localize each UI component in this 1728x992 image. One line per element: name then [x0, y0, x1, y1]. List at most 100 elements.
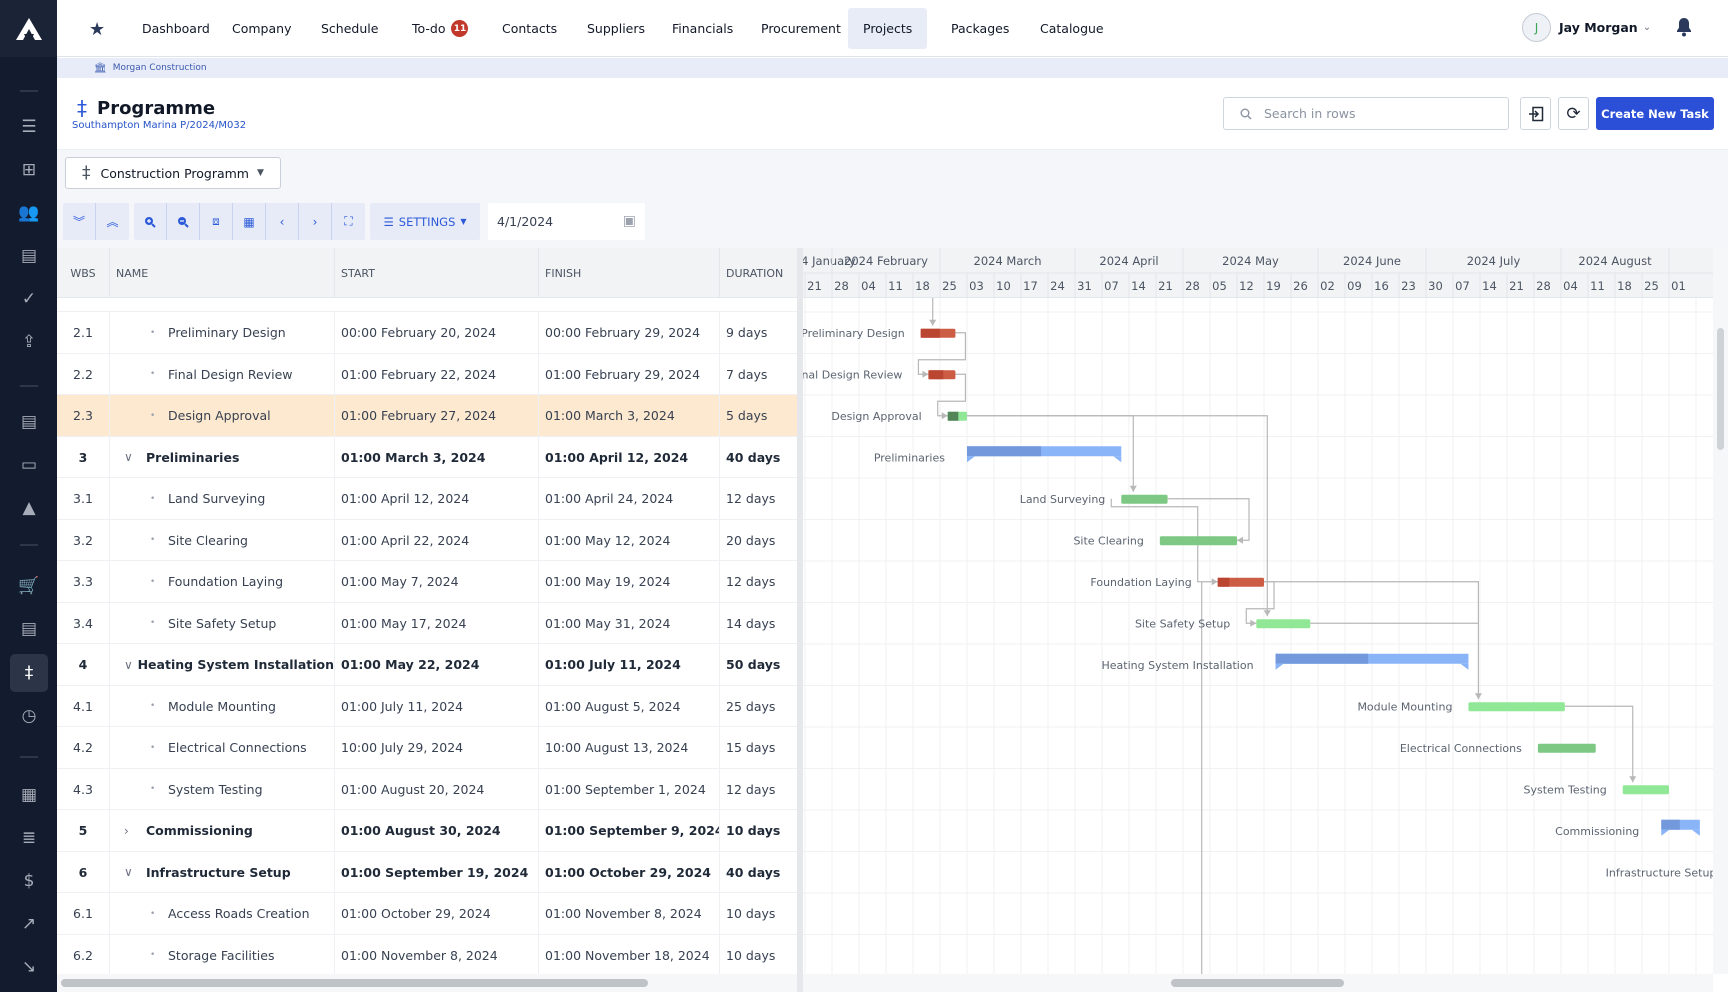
invoice-icon[interactable]: ▤ [10, 610, 48, 648]
table-row[interactable]: 6.2 • Storage Facilities 01:00 November 8, … [57, 934, 797, 974]
table-row[interactable]: 6 ∨ Infrastructure Setup 01:00 September 19… [57, 851, 797, 893]
wbs-cell-text: 4 [78, 657, 88, 673]
settings-button[interactable]: ☰ SETTINGS ▼ [370, 203, 480, 240]
collapse-toggle-icon[interactable]: ∨ [124, 658, 138, 672]
check-icon[interactable]: ✓ [10, 280, 48, 318]
app-logo[interactable] [0, 0, 57, 57]
chat-icon[interactable]: ▭ [10, 446, 48, 484]
date-input[interactable]: 4/1/2024 ▣ [488, 203, 645, 240]
create-new-task-button[interactable]: Create New Task [1596, 97, 1714, 130]
zoom-out-button[interactable] [167, 203, 200, 240]
table-row[interactable]: 4 ∨ Heating System Installation 01:00 May 2… [57, 644, 797, 686]
nav-contacts[interactable]: Contacts [487, 8, 572, 49]
timeline-header: 2024 January2024 February2024 March2024 … [803, 248, 1713, 298]
gantt-vertical-scrollbar[interactable] [1713, 248, 1728, 974]
list-icon[interactable]: ☰ [10, 108, 48, 146]
next-button[interactable]: › [299, 203, 332, 240]
dashboard-icon[interactable]: ▦ [10, 776, 48, 814]
gantt-horizontal-scrollbar[interactable] [803, 974, 1713, 992]
bullet-icon: • [150, 369, 156, 380]
nav-packages[interactable]: Packages [936, 8, 1024, 49]
column-header-finish[interactable]: FINISH [539, 248, 720, 298]
week-label: 24 [1050, 279, 1065, 293]
table-row[interactable]: 3.4 • Site Safety Setup 01:00 May 17, 2024 0… [57, 602, 797, 644]
gantt-task-label: Preliminaries [874, 451, 945, 464]
grid-horizontal-scrollbar[interactable] [57, 974, 797, 992]
table-row[interactable]: 5 › Commissioning 01:00 August 30, 2024 01:0… [57, 810, 797, 852]
top-navigation: ★ Dashboard Company Schedule To-do 11 Contact… [57, 0, 1728, 57]
table-row[interactable]: 2.1 • Preliminary Design 00:00 February 20,… [57, 312, 797, 354]
name-cell: • Site Safety Setup [110, 602, 335, 644]
gantt-vscroll-thumb[interactable] [1717, 328, 1724, 450]
column-header-duration[interactable]: DURATION [720, 248, 797, 298]
table-row[interactable]: 2.3 • Design Approval 01:00 February 27, 20… [57, 395, 797, 437]
refresh-button[interactable]: ⟳ [1558, 97, 1589, 130]
file-icon[interactable]: ▤ [10, 403, 48, 441]
trend-down-icon[interactable]: ↘ [10, 948, 48, 986]
column-header-name[interactable]: NAME [110, 248, 335, 298]
table-row[interactable]: 3.2 • Site Clearing 01:00 April 22, 2024 01:… [57, 519, 797, 561]
gantt-task-label: Foundation Laying [1090, 576, 1191, 589]
collapse-all-button[interactable]: ︽ [96, 203, 129, 240]
table-row[interactable]: 2.2 • Final Design Review 01:00 February 22… [57, 353, 797, 395]
nav-catalogue[interactable]: Catalogue [1025, 8, 1119, 49]
programme-icon[interactable]: ‡ [10, 654, 48, 692]
week-label: 17 [1023, 279, 1038, 293]
table-row[interactable]: 6.1 • Access Roads Creation 01:00 October 2… [57, 893, 797, 935]
nav-company[interactable]: Company [217, 8, 306, 49]
name-cell: • Design Approval [110, 395, 335, 437]
table-row[interactable]: 4.2 • Electrical Connections 10:00 July 29,… [57, 727, 797, 769]
table-row[interactable]: 4.3 • System Testing 01:00 August 20, 2024 0… [57, 768, 797, 811]
nav-dashboard[interactable]: Dashboard [127, 8, 225, 49]
document-icon[interactable]: ▤ [10, 237, 48, 275]
hierarchy-icon[interactable]: ⊞ [10, 151, 48, 189]
programme-icon: ‡ [77, 96, 87, 120]
nav-projects[interactable]: Projects [848, 8, 928, 49]
programme-select[interactable]: ‡ Construction Programm ▼ [65, 157, 281, 189]
zoom-in-button[interactable] [134, 203, 167, 240]
gantt-scroll-thumb[interactable] [1171, 979, 1344, 987]
table-row[interactable]: 3.3 • Foundation Laying 01:00 May 7, 2024 01… [57, 561, 797, 603]
favorites-star-icon[interactable]: ★ [89, 19, 105, 40]
column-header-wbs[interactable]: WBS [57, 248, 110, 298]
expand-all-button[interactable]: ︾ [63, 203, 96, 240]
file-upload-icon[interactable]: ⇪ [10, 323, 48, 361]
table-icon[interactable]: ≣ [10, 819, 48, 857]
clock-icon[interactable]: ◷ [10, 697, 48, 735]
breadcrumb-company[interactable]: Morgan Construction [113, 63, 207, 73]
expand-toggle-icon[interactable]: › [124, 824, 146, 838]
user-menu[interactable]: J Jay Morgan ⌄ [1522, 13, 1651, 42]
nav-suppliers[interactable]: Suppliers [572, 8, 660, 49]
collapse-toggle-icon[interactable]: ∨ [124, 865, 146, 879]
project-subtitle[interactable]: Southampton Marina P/2024/M032 [72, 120, 246, 131]
warning-icon[interactable]: ▲ [10, 489, 48, 527]
cart-icon[interactable]: 🛒 [10, 567, 48, 605]
today-button[interactable]: ▦ [233, 203, 266, 240]
calendar-icon[interactable]: ▣ [623, 213, 636, 229]
notification-bell-icon[interactable] [1675, 17, 1693, 41]
table-row[interactable]: 3 ∨ Preliminaries 01:00 March 3, 2024 01:00 … [57, 436, 797, 478]
column-header-start[interactable]: START [335, 248, 539, 298]
people-icon[interactable]: 👥 [10, 194, 48, 232]
nav-procurement[interactable]: Procurement [746, 8, 856, 49]
collapse-toggle-icon[interactable]: ∨ [124, 450, 146, 464]
fit-to-screen-button[interactable]: ⧈ [200, 203, 233, 240]
link-arrow [1263, 610, 1271, 617]
table-row[interactable]: 3.1 • Land Surveying 01:00 April 12, 2024 01… [57, 478, 797, 520]
search-input[interactable]: Search in rows [1223, 97, 1509, 130]
dollar-icon[interactable]: $ [10, 862, 48, 900]
trend-up-icon[interactable]: ↗ [10, 905, 48, 943]
nav-to-do[interactable]: To-do 11 [397, 8, 483, 49]
name-cell: • Final Design Review [110, 353, 335, 395]
gantt-task-label: Module Mounting [1357, 700, 1452, 713]
table-row[interactable]: 4.1 • Module Mounting 01:00 July 11, 2024 01… [57, 685, 797, 727]
nav-financials[interactable]: Financials [657, 8, 748, 49]
export-button[interactable] [1520, 97, 1551, 130]
start-cell-text: 01:00 October 29, 2024 [341, 906, 491, 922]
grid-scroll-thumb[interactable] [61, 979, 648, 987]
nav-schedule[interactable]: Schedule [306, 8, 393, 49]
duration-cell: 12 days [720, 769, 797, 811]
finish-cell-text: 01:00 July 11, 2024 [545, 657, 681, 673]
previous-button[interactable]: ‹ [266, 203, 299, 240]
fullscreen-button[interactable]: ⛶ [332, 203, 365, 240]
